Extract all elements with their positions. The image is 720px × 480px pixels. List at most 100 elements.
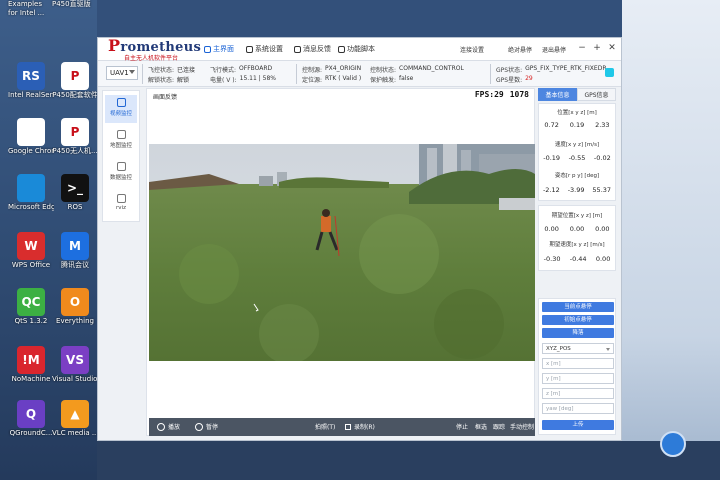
gps-state: GPS状态: GPS_FIX_TYPE_RTK_FIXEDR — [496, 65, 607, 74]
state-box: 位置[x y z] [m] 0.72 0.19 2.33 速度[x y z] [m/… — [538, 103, 616, 201]
desktop-shortcut[interactable]: M 腾讯会议 — [52, 232, 98, 269]
capture-button[interactable]: 拍照(T) — [315, 422, 335, 431]
nav-map-monitor[interactable]: 地图监控 — [105, 127, 137, 155]
attitude-values: -2.12 -3.99 55.37 — [542, 186, 612, 194]
desktop-shortcut[interactable]: P P450配套软件 — [52, 62, 98, 99]
x-input[interactable] — [542, 358, 614, 369]
desktop-shortcut-label: P450无人机... — [52, 147, 98, 155]
hover-current-button[interactable]: 当前点悬停 — [542, 302, 614, 312]
upload-button[interactable]: 上传 — [542, 420, 614, 430]
right-panel: 基本信息 GPS信息 位置[x y z] [m] 0.72 0.19 2.33 速度… — [538, 88, 616, 436]
tab-messages[interactable]: 消息反馈 — [294, 44, 331, 54]
app-logo: Prometheus 自主无人机软件平台 — [108, 36, 202, 63]
mode-select[interactable]: XYZ_POS — [542, 343, 614, 354]
pause-button[interactable]: 暂停 — [195, 422, 218, 431]
vlc-icon: ▲ — [61, 400, 89, 428]
prometheus-icon: P — [61, 62, 89, 90]
desktop-shortcut-label: QtS 1.3.2 — [14, 317, 48, 325]
position-values: 0.72 0.19 2.33 — [544, 121, 610, 129]
settings-icon — [246, 45, 253, 53]
video-panel: 画面反馈 FPS:29 1078 播放 暂停 拍照(T) 录制(R) 停止 框选… — [146, 88, 535, 436]
desktop-shortcut[interactable]: P P450无人机... — [52, 118, 98, 155]
battery: 电量( V ): 15.11 | 58% — [210, 75, 276, 84]
desktop-label-top: P450直驱版 — [52, 0, 91, 8]
desktop-shortcut[interactable]: !M NoMachine — [8, 346, 54, 383]
flight-mode: 飞行模式: OFFBOARD — [210, 65, 273, 74]
script-icon — [338, 45, 345, 53]
prometheus-icon: P — [61, 118, 89, 146]
desktop-right-area — [622, 0, 720, 480]
play-button[interactable]: 播放 — [157, 422, 180, 431]
left-nav: 视频监控 地图监控 数据监控 rviz — [102, 90, 140, 222]
desktop-shortcut[interactable]: ▲ VLC media ... — [52, 400, 98, 437]
select-box-button[interactable]: 框选 — [475, 422, 487, 431]
tab-main[interactable]: 主界面 — [204, 44, 234, 54]
taskbar — [97, 441, 720, 480]
tab-settings[interactable]: 系统设置 — [246, 44, 283, 54]
desktop-label-top: for Intel ... — [8, 9, 45, 17]
desktop-shortcut[interactable]: VSVisual Studio 2019 — [52, 346, 98, 383]
uav-select[interactable]: UAV1 — [106, 66, 138, 80]
video-title: 画面反馈 — [153, 94, 178, 101]
minimize-button[interactable]: − — [577, 43, 587, 53]
chevron-down-icon — [129, 70, 135, 74]
desktop-shortcut-label: ROS — [67, 203, 83, 211]
desktop-shortcut[interactable]: Google Chrome — [8, 118, 54, 155]
message-icon — [294, 45, 301, 53]
absolute-hover-button[interactable]: 绝对悬停 — [508, 45, 532, 54]
nomachine-icon: !M — [17, 346, 45, 374]
close-button[interactable]: ✕ — [607, 43, 617, 53]
camera-feed[interactable] — [149, 144, 535, 361]
desktop-shortcut-label: Visual Studio 2019 — [52, 375, 98, 383]
visual-studio-icon: VS — [61, 346, 89, 374]
gps-satellites: GPS星数: 29 — [496, 75, 533, 84]
desktop-shortcut[interactable]: O Everything — [52, 288, 98, 325]
lock-state: 解锁状态: 解锁 — [148, 77, 190, 84]
play-icon — [157, 422, 165, 431]
nav-data-monitor[interactable]: 数据监控 — [105, 159, 137, 187]
control-source: 控制源: PX4_ORIGIN — [302, 65, 362, 74]
target-velocity-label: 期望速度[x y z] [m/s] — [549, 242, 605, 248]
desktop-shortcut[interactable]: RSIntel RealSen... — [8, 62, 54, 99]
edge-icon — [17, 174, 45, 202]
map-icon — [116, 130, 126, 139]
desktop-shortcut[interactable]: >_ ROS — [52, 174, 98, 211]
desktop-shortcut[interactable]: W WPS Office — [8, 232, 54, 269]
tab-gps-info[interactable]: GPS信息 — [577, 88, 616, 101]
land-button[interactable]: 降落 — [542, 328, 614, 338]
desktop-shortcut-label: P450配套软件 — [52, 91, 98, 99]
tab-scripts[interactable]: 功能脚本 — [338, 44, 375, 54]
nav-rviz[interactable]: rviz — [105, 191, 137, 219]
everything-icon: O — [61, 288, 89, 316]
arm-state: 飞控状态: 已连接 — [148, 67, 196, 74]
manual-control-button[interactable]: 手动控制 — [510, 422, 534, 431]
record-checkbox[interactable]: 录制(R) — [345, 422, 375, 431]
target-velocity-values: -0.30 -0.44 0.00 — [543, 255, 611, 263]
chrome-icon — [17, 118, 45, 146]
qgroundcontrol-icon: Q — [17, 400, 45, 428]
desktop-label-top: Examples — [8, 0, 43, 8]
exit-hover-button[interactable]: 退出悬停 — [542, 45, 566, 54]
desktop-shortcut[interactable]: QC QtS 1.3.2 — [8, 288, 54, 325]
tab-basic-info[interactable]: 基本信息 — [538, 88, 577, 101]
connection-settings-button[interactable]: 连接设置 — [460, 45, 484, 54]
stop-button[interactable]: 停止 — [456, 422, 468, 431]
desktop-shortcut-label: WPS Office — [11, 261, 51, 269]
wps-icon: W — [17, 232, 45, 260]
maximize-button[interactable]: + — [592, 43, 602, 53]
y-input[interactable] — [542, 373, 614, 384]
frame-count: 1078 — [509, 90, 529, 99]
position-label: 位置[x y z] [m] — [557, 110, 597, 116]
desktop-shortcut-label: VLC media ... — [52, 429, 98, 437]
desktop-shortcut[interactable]: Q QGroundC... — [8, 400, 54, 437]
yaw-input[interactable] — [542, 403, 614, 414]
follow-button[interactable]: 跟踪 — [493, 422, 505, 431]
meeting-icon: M — [61, 232, 89, 260]
desktop-shortcut[interactable]: Microsoft Edge — [8, 174, 54, 211]
z-input[interactable] — [542, 388, 614, 399]
assistant-float-icon[interactable] — [660, 431, 686, 457]
hover-initial-button[interactable]: 初始点悬停 — [542, 315, 614, 325]
pause-icon — [195, 422, 203, 431]
nav-video-monitor[interactable]: 视频监控 — [105, 95, 137, 123]
status-indicator — [605, 68, 614, 77]
